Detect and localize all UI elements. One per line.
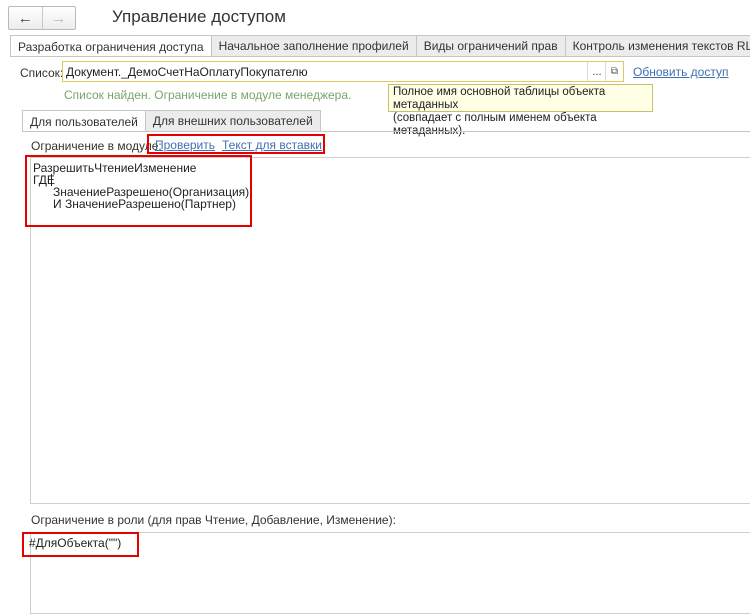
highlight-box-links [147,134,325,154]
tooltip: Полное имя основной таблицы объекта мета… [388,84,653,137]
refresh-access-link[interactable]: Обновить доступ [633,65,728,79]
tab-restriction-development[interactable]: Разработка ограничения доступа [10,35,212,57]
tab-rights-restriction-types[interactable]: Виды ограничений прав [415,35,566,56]
select-ellipsis-button[interactable]: ... [587,61,606,82]
inner-tabs-divider [22,131,750,132]
tab-for-users[interactable]: Для пользователей [22,110,146,132]
tab-rls-text-control[interactable]: Контроль изменения текстов RLS [564,35,750,56]
forward-arrow-icon[interactable]: → [43,7,76,29]
tooltip-line: Полное имя основной таблицы объекта мета… [393,86,606,111]
tab-for-external-users[interactable]: Для внешних пользователей [144,110,321,131]
tab-initial-profile-fill[interactable]: Начальное заполнение профилей [210,35,417,56]
module-restriction-label: Ограничение в модуле: [31,139,162,153]
highlight-box-module-code [25,155,252,227]
list-status-text: Список найден. Ограничение в модуле мене… [64,88,352,102]
main-tabs: Разработка ограничения доступа Начальное… [10,35,750,57]
open-icon[interactable]: ⧉ [605,61,624,82]
tooltip-line: (совпадает с полным именем объекта метад… [393,112,597,137]
tabs-divider [10,56,750,57]
user-tabs: Для пользователей Для внешних пользовате… [22,110,321,132]
list-input[interactable]: Документ._ДемоСчетНаОплатуПокупателю [62,61,589,82]
back-arrow-icon[interactable]: ← [9,7,43,29]
page-title: Управление доступом [112,7,286,26]
navigation-buttons: ← → [8,6,76,30]
highlight-box-role-code [22,532,139,557]
role-restriction-label: Ограничение в роли (для прав Чтение, Доб… [31,513,396,527]
list-label: Список: [20,66,64,80]
